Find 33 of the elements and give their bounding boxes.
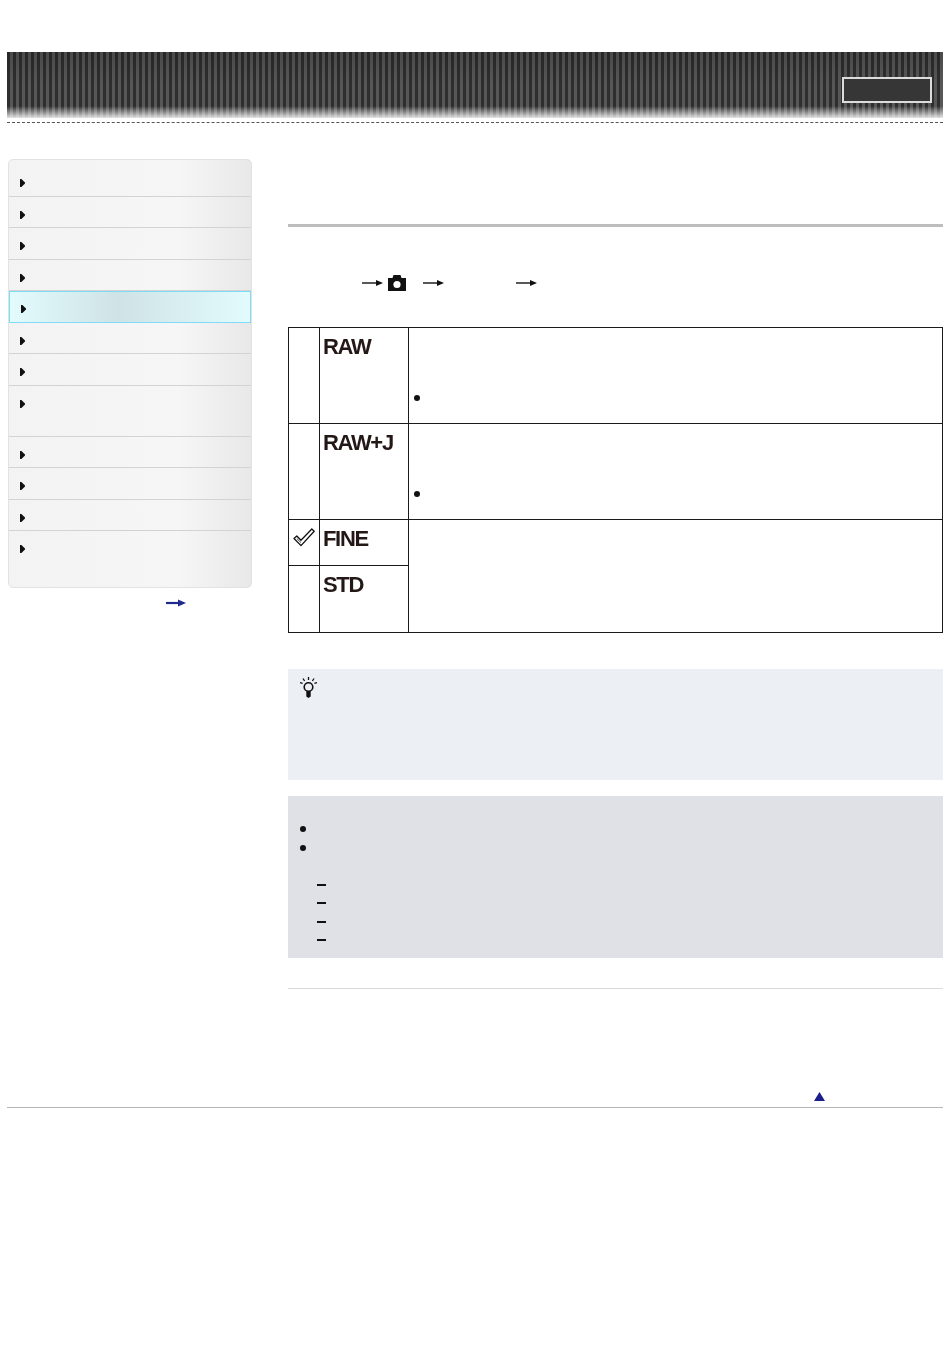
triangle-right-icon: [20, 179, 25, 187]
option-label: RAW+J: [323, 432, 393, 454]
arrow-right-icon[interactable]: [166, 599, 186, 607]
sidebar-item[interactable]: [9, 291, 251, 323]
triangle-right-icon: [20, 545, 25, 553]
option-label: FINE: [323, 528, 368, 550]
camera-icon: [388, 275, 406, 291]
triangle-right-icon: [21, 305, 26, 313]
triangle-right-icon: [20, 273, 25, 282]
bullet-icon: [414, 395, 420, 401]
dash-icon: [317, 902, 326, 905]
search-field[interactable]: [842, 77, 932, 103]
bullet-icon: [300, 844, 306, 851]
arrow-right-icon: [516, 279, 537, 287]
triangle-right-icon: [20, 482, 25, 490]
triangle-right-icon: [20, 210, 25, 219]
arrow-right-icon: [362, 279, 383, 287]
arrow-right-icon: [423, 279, 444, 287]
bullet-icon: [300, 826, 306, 833]
option-label: RAW: [323, 336, 371, 358]
dash-icon: [317, 883, 326, 886]
triangle-right-icon: [20, 513, 25, 522]
bullet-icon: [414, 491, 420, 497]
triangle-right-icon: [20, 368, 25, 376]
dash-icon: [317, 920, 326, 923]
triangle-right-icon: [20, 242, 25, 250]
triangle-right-icon: [20, 336, 25, 345]
triangle-right-icon: [20, 450, 25, 459]
triangle-right-icon: [20, 399, 25, 408]
dash-icon: [317, 939, 326, 942]
option-label: STD: [323, 574, 364, 596]
lightbulb-icon: [300, 677, 317, 698]
triangle-up-icon[interactable]: [814, 1092, 825, 1101]
